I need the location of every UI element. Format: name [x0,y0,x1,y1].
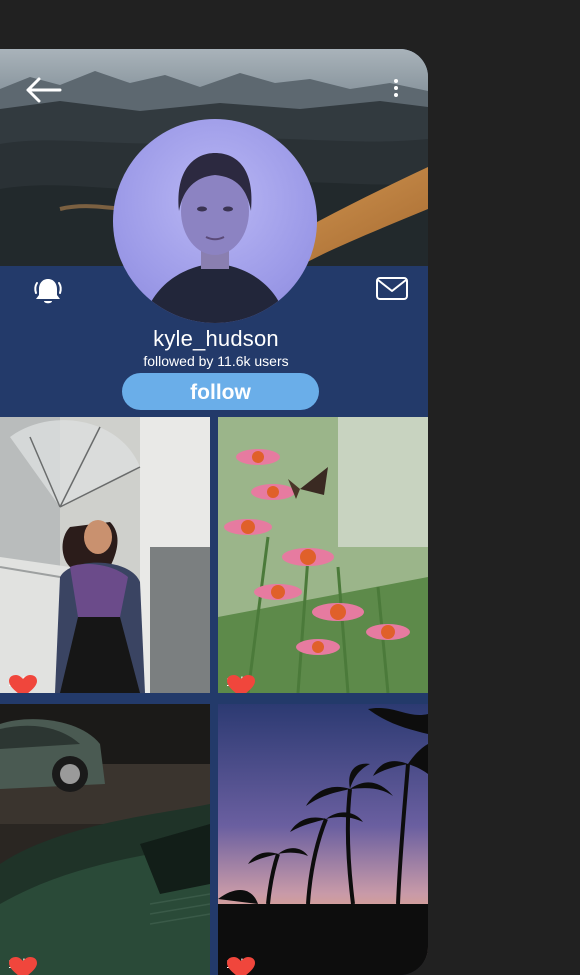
post-likes: 10k [8,956,37,975]
post-likes: 10k [226,674,255,693]
follow-button[interactable]: follow [122,373,319,410]
post-tile[interactable]: 10k [0,417,210,693]
post-tile[interactable]: 10k [218,417,428,693]
post-image [218,417,428,693]
post-tile[interactable]: 10k [0,704,210,975]
back-button[interactable] [24,75,64,105]
notifications-button[interactable] [32,275,64,307]
more-options-button[interactable] [386,77,406,101]
mail-icon [376,277,408,300]
heart-icon[interactable] [8,956,38,975]
arrow-left-icon [26,77,62,103]
heart-icon[interactable] [226,956,256,975]
heart-icon[interactable] [226,674,256,693]
post-likes: 10k [8,674,37,693]
avatar[interactable] [113,119,317,323]
post-image [218,704,428,975]
bell-icon [34,279,62,304]
post-image [0,417,210,693]
post-likes: 10k [226,956,255,975]
post-image [0,704,210,975]
profile-screen: kyle_hudson followed by 11.6k users foll… [0,49,428,975]
more-vertical-icon [394,79,398,97]
followers-count: followed by 11.6k users [143,353,289,369]
username: kyle_hudson [153,326,279,351]
heart-icon[interactable] [8,674,38,693]
post-tile[interactable]: 10k [218,704,428,975]
message-button[interactable] [375,276,409,302]
